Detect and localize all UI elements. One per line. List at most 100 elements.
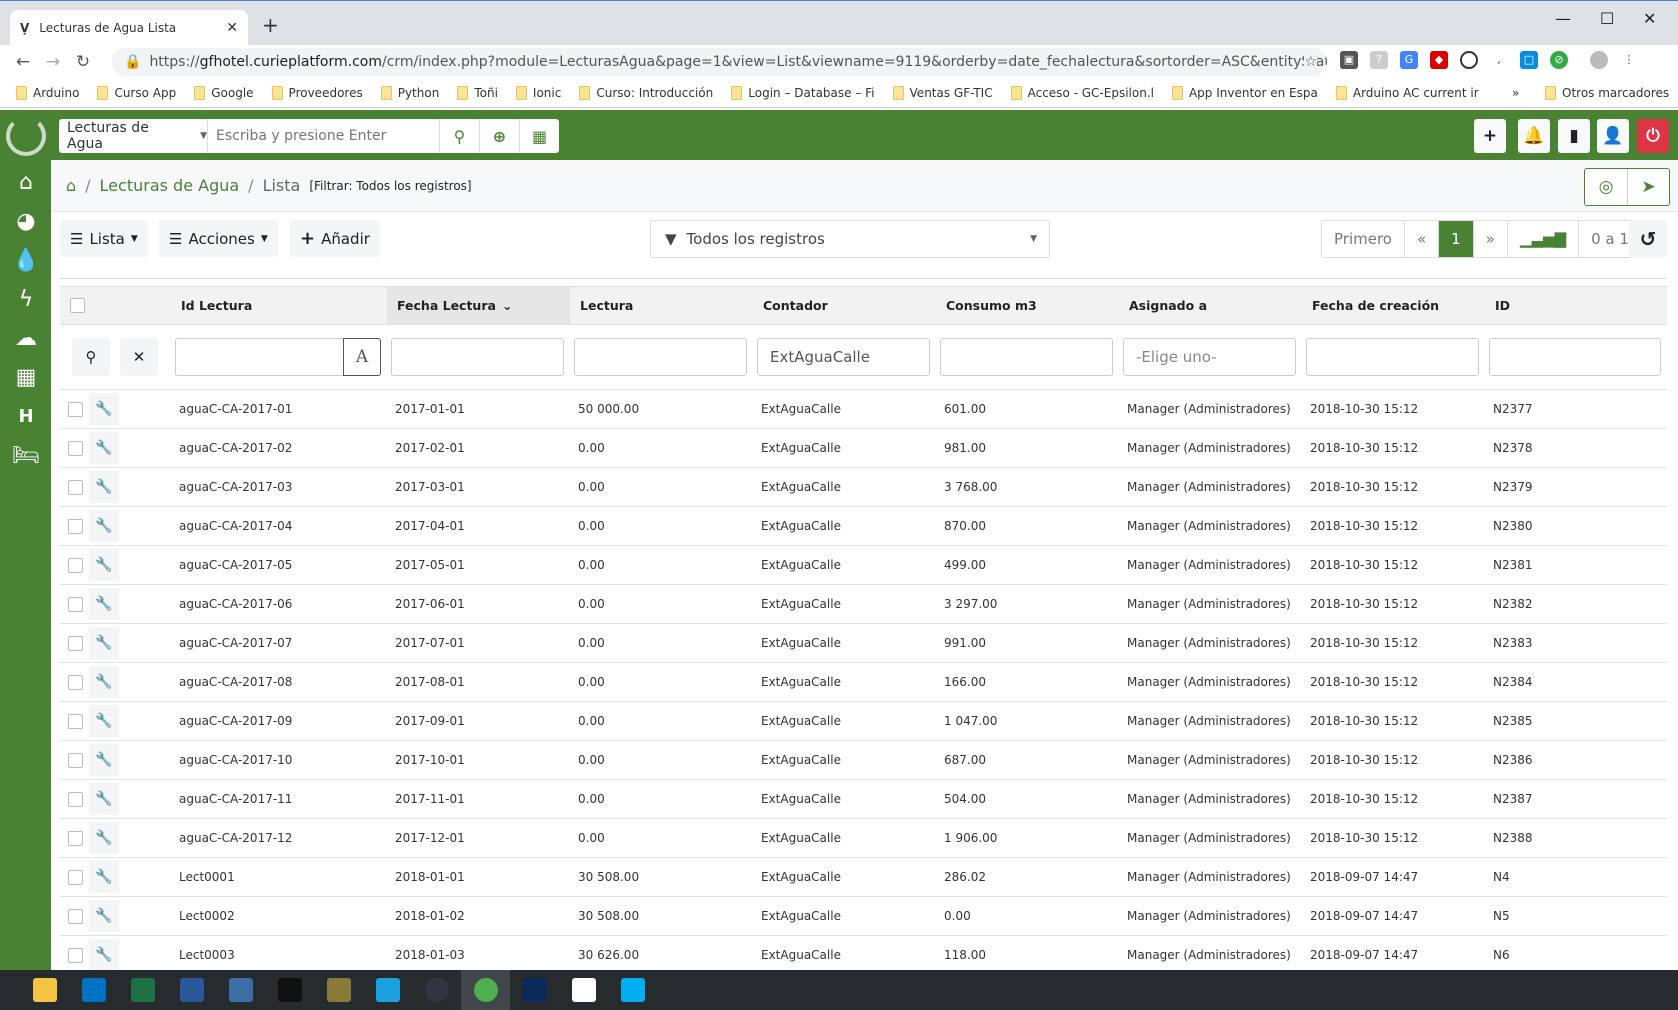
skype-icon[interactable]: [608, 970, 657, 1010]
bookmark[interactable]: Toñi: [457, 85, 498, 100]
url-input[interactable]: 🔒 https://gfhotel.curieplatform.com/crm/…: [112, 48, 1327, 76]
paper-plane-icon[interactable]: ➤: [1627, 169, 1669, 205]
bookmark[interactable]: Proveedores: [271, 85, 363, 100]
alphabet-filter-button[interactable]: A: [343, 338, 381, 376]
column-header[interactable]: Asignado a: [1119, 287, 1302, 324]
bookmark[interactable]: Ventas GF-TIC: [892, 85, 993, 100]
bookmark[interactable]: Ionic: [515, 85, 561, 100]
extension-icon[interactable]: ⊘: [1550, 51, 1568, 69]
wrench-icon[interactable]: 🔧: [89, 744, 119, 776]
table-cell[interactable]: aguaC-CA-2017-12: [171, 831, 387, 845]
hotel-icon[interactable]: H: [12, 403, 40, 431]
row-checkbox[interactable]: [68, 674, 83, 690]
chrome-icon[interactable]: [461, 970, 510, 1010]
module-select[interactable]: Lecturas de Agua ▼: [59, 119, 208, 153]
table-cell[interactable]: aguaC-CA-2017-10: [171, 753, 387, 767]
extension-icon[interactable]: ◆: [1430, 51, 1448, 69]
table-cell[interactable]: aguaC-CA-2017-05: [171, 558, 387, 572]
user-button[interactable]: 👤: [1597, 119, 1629, 153]
column-header[interactable]: Contador: [753, 287, 936, 324]
list-view-button[interactable]: ☰ Lista ▼: [60, 220, 148, 257]
extension-icon[interactable]: ?: [1370, 51, 1388, 69]
bolt-icon[interactable]: ϟ: [12, 286, 40, 314]
wrench-icon[interactable]: 🔧: [89, 939, 119, 971]
translate-icon[interactable]: G: [1400, 51, 1418, 69]
word-icon[interactable]: [167, 970, 216, 1010]
more-bookmarks-button[interactable]: »: [1512, 86, 1519, 100]
table-cell[interactable]: aguaC-CA-2017-01: [171, 402, 387, 416]
table-row[interactable]: 🔧 aguaC-CA-2017-05 2017-05-01 0.00 ExtAguaCa…: [60, 546, 1667, 585]
quick-create-button[interactable]: +: [1474, 119, 1506, 153]
table-row[interactable]: 🔧 aguaC-CA-2017-07 2017-07-01 0.00 ExtAguaCa…: [60, 624, 1667, 663]
wrench-icon[interactable]: 🔧: [89, 861, 119, 893]
row-checkbox[interactable]: [68, 752, 83, 768]
bookmark[interactable]: Arduino: [16, 85, 79, 100]
wrench-icon[interactable]: 🔧: [89, 588, 119, 620]
app-logo[interactable]: [6, 116, 46, 156]
consumption-filter-input[interactable]: [940, 338, 1113, 376]
bookmark[interactable]: Curso App: [97, 85, 176, 100]
wrench-icon[interactable]: 🔧: [89, 549, 119, 581]
row-checkbox[interactable]: [68, 635, 83, 651]
extension-icon[interactable]: [1460, 51, 1478, 69]
wrench-icon[interactable]: 🔧: [89, 471, 119, 503]
table-cell[interactable]: aguaC-CA-2017-11: [171, 792, 387, 806]
wrench-icon[interactable]: 🔧: [89, 705, 119, 737]
crosshair-button[interactable]: ⊕: [479, 119, 519, 153]
row-checkbox[interactable]: [68, 479, 83, 495]
wrench-icon[interactable]: 🔧: [89, 822, 119, 854]
table-cell[interactable]: aguaC-CA-2017-03: [171, 480, 387, 494]
reading-filter-input[interactable]: [574, 338, 747, 376]
clear-filter-button[interactable]: ✕: [120, 338, 158, 376]
table-row[interactable]: 🔧 Lect0002 2018-01-02 30 508.00 ExtAguaCalle…: [60, 897, 1667, 936]
column-header[interactable]: Fecha de creación: [1302, 287, 1485, 324]
row-checkbox[interactable]: [68, 830, 83, 846]
calendar-button[interactable]: ▮: [1558, 119, 1590, 153]
column-header[interactable]: Id Lectura: [171, 287, 387, 324]
browser-tab[interactable]: Ṿ Lecturas de Agua Lista ✕: [10, 10, 248, 46]
water-drop-icon[interactable]: 💧: [12, 247, 40, 275]
terminal-icon[interactable]: [265, 970, 314, 1010]
table-cell[interactable]: aguaC-CA-2017-09: [171, 714, 387, 728]
logout-button[interactable]: ⏻: [1637, 119, 1669, 153]
other-bookmarks[interactable]: Otros marcadores: [1545, 85, 1669, 100]
date-filter-input[interactable]: [391, 338, 564, 376]
table-cell[interactable]: aguaC-CA-2017-06: [171, 597, 387, 611]
bookmark[interactable]: App Inventor en Espa: [1171, 85, 1318, 100]
grid-menu-button[interactable]: ▦: [519, 119, 559, 153]
filter-select[interactable]: ▼ Todos los registros ▼: [650, 220, 1050, 258]
wrench-icon[interactable]: 🔧: [89, 900, 119, 932]
home-icon[interactable]: ⌂: [66, 176, 76, 195]
wrench-icon[interactable]: 🔧: [89, 783, 119, 815]
actions-button[interactable]: ☰ Acciones ▼: [159, 220, 278, 257]
chart-app-icon[interactable]: [510, 970, 559, 1010]
row-checkbox[interactable]: [68, 401, 83, 417]
table-row[interactable]: 🔧 aguaC-CA-2017-10 2017-10-01 0.00 ExtAguaCa…: [60, 741, 1667, 780]
wrench-icon[interactable]: 🔧: [89, 510, 119, 542]
breadcrumb-module[interactable]: Lecturas de Agua: [100, 176, 240, 195]
remote-desktop-icon[interactable]: [216, 970, 265, 1010]
table-row[interactable]: 🔧 aguaC-CA-2017-01 2017-01-01 50 000.00 ExtA…: [60, 390, 1667, 429]
wrench-icon[interactable]: 🔧: [89, 666, 119, 698]
meter-filter-input[interactable]: ExtAguaCalle: [757, 338, 930, 376]
row-checkbox[interactable]: [68, 908, 83, 924]
forward-icon[interactable]: →: [38, 52, 68, 72]
back-icon[interactable]: ←: [8, 52, 38, 72]
table-cell[interactable]: aguaC-CA-2017-02: [171, 441, 387, 455]
reload-icon[interactable]: ↻: [68, 52, 98, 72]
row-checkbox[interactable]: [68, 596, 83, 612]
table-row[interactable]: 🔧 aguaC-CA-2017-02 2017-02-01 0.00 ExtAguaCa…: [60, 429, 1667, 468]
table-row[interactable]: 🔧 aguaC-CA-2017-06 2017-06-01 0.00 ExtAguaCa…: [60, 585, 1667, 624]
table-row[interactable]: 🔧 aguaC-CA-2017-12 2017-12-01 0.00 ExtAguaCa…: [60, 819, 1667, 858]
select-all-checkbox[interactable]: [70, 298, 85, 313]
maximize-button[interactable]: ☐: [1600, 9, 1614, 28]
outlook-icon[interactable]: [69, 970, 118, 1010]
row-checkbox[interactable]: [68, 947, 83, 963]
calculator-icon[interactable]: ▦: [12, 364, 40, 392]
table-row[interactable]: 🔧 aguaC-CA-2017-11 2017-11-01 0.00 ExtAguaCa…: [60, 780, 1667, 819]
close-tab-icon[interactable]: ✕: [226, 20, 238, 36]
bookmark[interactable]: Login – Database – Fi: [731, 85, 875, 100]
column-header[interactable]: Lectura: [570, 287, 753, 324]
column-header[interactable]: ID: [1485, 287, 1667, 324]
bookmark[interactable]: Python: [380, 85, 439, 100]
